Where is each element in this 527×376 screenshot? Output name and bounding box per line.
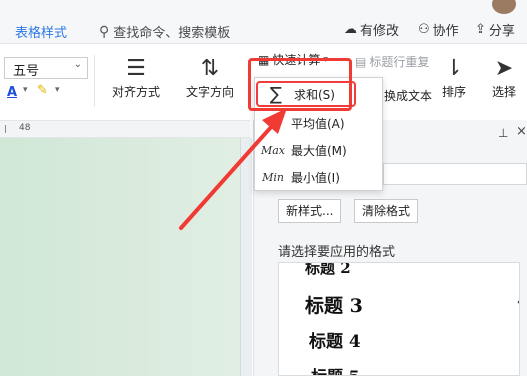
collaborate-button[interactable]: ⚇ 协作 <box>418 20 459 39</box>
modified-button[interactable]: ☁ 有修改 <box>344 20 399 39</box>
collaborate-label: 协作 <box>432 24 459 39</box>
text-direction-label: 文字方向 <box>185 85 234 99</box>
chevron-down-icon[interactable]: ▾ <box>55 85 60 95</box>
top-toolbar: 表格样式 ⚲ 查找命令、搜索模板 ☁ 有修改 ⚇ 协作 ⇪ 分享 <box>0 0 527 44</box>
chevron-down-icon: ⌄ <box>73 59 82 70</box>
font-size-value: 五号 <box>13 64 40 79</box>
clear-format-button[interactable]: 清除格式 <box>354 199 419 223</box>
select-button[interactable]: ➤ 选择 <box>482 55 526 100</box>
avg-icon: Avg <box>262 116 284 130</box>
apply-format-label: 请选择要应用的格式 <box>278 245 396 260</box>
style-name: 标题 4 <box>309 332 361 352</box>
search-icon: ⚲ <box>99 23 110 40</box>
align-button[interactable]: ☰ 对齐方式 <box>104 55 168 100</box>
ruler-tick <box>5 125 6 133</box>
header-repeat-icon: ▤ <box>355 54 367 69</box>
align-label: 对齐方式 <box>111 85 160 99</box>
list-item[interactable]: 标题 4 ↵ <box>309 327 519 352</box>
menu-item-average[interactable]: Avg 平均值(A) <box>255 111 382 135</box>
return-mark: ↵ <box>517 295 519 309</box>
menu-item-min[interactable]: Min 最小值(I) <box>255 165 382 189</box>
style-name: 标题 5 <box>311 367 360 375</box>
close-icon[interactable]: × <box>516 124 527 139</box>
min-icon: Min <box>262 170 284 184</box>
convert-text-button[interactable]: 换成文本 <box>381 87 435 104</box>
align-icon: ☰ <box>126 56 146 81</box>
cloud-icon: ☁ <box>344 22 357 37</box>
command-search[interactable]: ⚲ 查找命令、搜索模板 <box>99 22 231 42</box>
max-icon: Max <box>260 143 286 157</box>
share-button[interactable]: ⇪ 分享 <box>475 20 515 39</box>
style-name: 标题 3 <box>305 295 363 317</box>
sort-icon: ⇂ <box>444 56 464 81</box>
share-icon: ⇪ <box>475 22 486 37</box>
sort-button[interactable]: ⇂ 排序 <box>436 55 472 100</box>
document-canvas[interactable] <box>0 138 250 376</box>
menu-item-max[interactable]: Max 最大值(M) <box>255 138 382 162</box>
select-label: 选择 <box>491 85 516 99</box>
list-item[interactable]: 标题 5 ↵ <box>311 363 519 375</box>
text-direction-icon: ⇅ <box>200 56 220 81</box>
ruler: 48 <box>0 120 250 138</box>
convert-text-label: 换成文本 <box>383 89 432 103</box>
menu-item-label: 最小值(I) <box>291 170 340 185</box>
share-label: 分享 <box>488 24 515 39</box>
menu-item-label: 平均值(A) <box>291 116 345 131</box>
modified-label: 有修改 <box>360 24 400 39</box>
new-style-button[interactable]: 新样式... <box>278 199 342 223</box>
avatar[interactable] <box>492 0 516 14</box>
ruler-mark: 48 <box>19 123 31 133</box>
style-field[interactable] <box>383 163 527 185</box>
search-placeholder: 查找命令、搜索模板 <box>113 26 231 41</box>
scrollbar[interactable] <box>240 138 252 376</box>
list-item[interactable]: 标题 2 <box>305 262 519 278</box>
menu-item-label: 最大值(M) <box>291 143 347 158</box>
list-item[interactable]: 标题 3 ↵ <box>305 291 519 318</box>
chevron-down-icon[interactable]: ▾ <box>23 85 28 95</box>
header-repeat-button[interactable]: ▤ 标题行重复 <box>355 53 429 70</box>
font-size-select[interactable]: 五号 ⌄ <box>4 57 88 79</box>
highlighter-icon[interactable]: ✎ <box>37 83 48 98</box>
highlight-frame <box>248 58 352 111</box>
style-name: 标题 2 <box>305 262 351 277</box>
font-color-icon[interactable]: A <box>7 85 17 100</box>
sort-label: 排序 <box>441 85 466 99</box>
tab-table-style[interactable]: 表格样式 <box>15 22 67 41</box>
cursor-icon: ➤ <box>494 56 514 81</box>
pin-icon[interactable]: ⊥ <box>498 126 508 140</box>
user-add-icon: ⚇ <box>418 22 430 37</box>
style-list[interactable]: 标题 2 标题 3 ↵ 标题 4 ↵ 标题 5 ↵ <box>278 262 520 376</box>
header-repeat-label: 标题行重复 <box>369 55 430 69</box>
divider <box>94 55 95 107</box>
text-direction-button[interactable]: ⇅ 文字方向 <box>176 55 244 100</box>
